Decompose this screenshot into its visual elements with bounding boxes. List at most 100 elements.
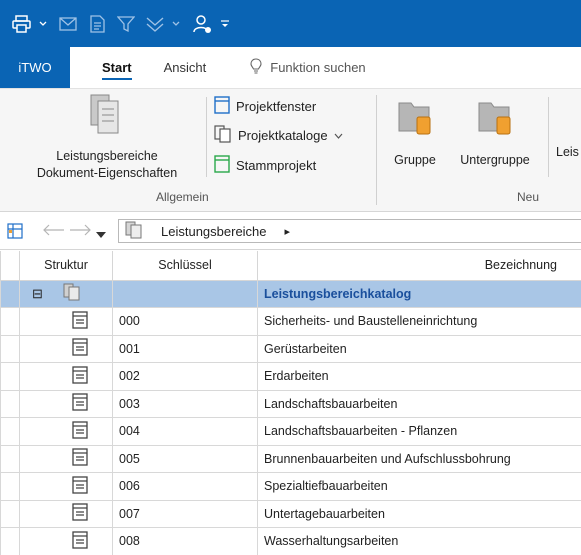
green-window-icon <box>214 155 230 176</box>
key-cell: 002 <box>112 362 258 391</box>
filter-icon[interactable] <box>117 14 135 34</box>
breadcrumb[interactable]: Leistungsbereiche ▸ <box>118 219 581 243</box>
row-indicator <box>0 279 20 308</box>
structure-cell <box>19 334 113 363</box>
stammprojekt-button[interactable]: Stammprojekt <box>214 155 316 176</box>
group-label-neu: Neu <box>517 190 540 204</box>
catalog-icon <box>63 283 81 304</box>
description-cell: Untertagebauarbeiten <box>257 499 581 528</box>
table-row[interactable]: 004 Landschaftsbauarbeiten - Pflanzen <box>0 417 581 446</box>
table-row[interactable]: 003 Landschaftsbauarbeiten <box>0 389 581 418</box>
subfolder-icon <box>475 97 515 142</box>
untergruppe-label: Untergruppe <box>460 153 530 167</box>
description-cell: Gerüstarbeiten <box>257 334 581 363</box>
column-header-schluessel[interactable]: Schlüssel <box>112 251 258 281</box>
table-row[interactable]: 007 Untertagebauarbeiten <box>0 499 581 528</box>
key-cell: 004 <box>112 417 258 446</box>
double-chevron-icon[interactable] <box>145 14 165 34</box>
folder-icon <box>395 97 435 142</box>
truncated-label: Leis <box>556 145 579 159</box>
big-button-line1: Leistungsbereiche <box>56 149 158 163</box>
table-row[interactable]: 002 Erdarbeiten <box>0 362 581 391</box>
projektfenster-button[interactable]: Projektfenster <box>214 96 316 117</box>
history-dropdown-icon[interactable] <box>96 227 106 242</box>
position-icon <box>72 311 88 332</box>
gruppe-label: Gruppe <box>394 153 436 167</box>
projektfenster-label: Projektfenster <box>236 99 317 114</box>
grid-header-indicator <box>0 251 20 281</box>
position-icon <box>72 503 88 524</box>
chevron-down-icon[interactable] <box>38 14 47 34</box>
position-icon <box>72 476 88 497</box>
function-search[interactable]: Funktion suchen <box>222 47 381 88</box>
description-cell: Brunnenbauarbeiten und Aufschlussbohrung <box>257 444 581 473</box>
position-icon <box>72 338 88 359</box>
big-button-line2: Dokument-Eigenschaften <box>36 166 178 180</box>
structure-grid-icon[interactable] <box>7 223 23 242</box>
structure-cell <box>19 444 113 473</box>
tab-itwo[interactable]: iTWO <box>0 47 70 88</box>
table-row[interactable]: 008 Wasserhaltungsarbeiten <box>0 527 581 555</box>
gruppe-button[interactable]: Gruppe <box>384 97 446 169</box>
untergruppe-button[interactable]: Untergruppe <box>450 97 540 169</box>
ribbon-panel: Leistungsbereiche Dokument-Eigenschaften… <box>0 88 581 212</box>
table-row[interactable]: 000 Sicherheits- und Baustelleneinrichtun… <box>0 307 581 336</box>
print-icon[interactable] <box>12 14 32 34</box>
breadcrumb-arrow-icon[interactable]: ▸ <box>285 225 291 238</box>
truncated-button[interactable]: Leis <box>556 144 581 161</box>
position-icon <box>72 421 88 442</box>
group-label-allgemein: Allgemein <box>156 190 209 204</box>
tab-ansicht[interactable]: Ansicht <box>148 47 223 88</box>
table-row[interactable]: 006 Spezialtiefbauarbeiten <box>0 472 581 501</box>
catalog-icon <box>89 93 125 140</box>
catalog-small-icon <box>214 125 232 146</box>
structure-cell <box>19 307 113 336</box>
position-icon <box>72 448 88 469</box>
navigation-bar: Leistungsbereiche ▸ <box>0 212 581 250</box>
row-indicator <box>0 362 20 391</box>
table-row[interactable]: 005 Brunnenbauarbeiten und Aufschlussbohr… <box>0 444 581 473</box>
structure-cell: ⊟ <box>19 279 113 308</box>
lightbulb-icon <box>250 58 262 77</box>
function-search-label: Funktion suchen <box>270 60 366 75</box>
structure-cell <box>19 362 113 391</box>
description-cell: Landschaftsbauarbeiten - Pflanzen <box>257 417 581 446</box>
column-header-bezeichnung[interactable]: Bezeichnung <box>257 251 581 281</box>
catalog-small-icon <box>125 221 143 242</box>
customize-icon[interactable] <box>220 14 230 34</box>
key-cell <box>112 279 258 308</box>
key-cell: 007 <box>112 499 258 528</box>
row-indicator <box>0 417 20 446</box>
user-icon[interactable] <box>192 14 212 34</box>
mail-icon[interactable] <box>59 14 79 34</box>
chevron-down-icon[interactable] <box>171 14 180 34</box>
grid-header-row: Struktur Schlüssel Bezeichnung <box>0 251 581 281</box>
position-icon <box>72 366 88 387</box>
column-header-struktur[interactable]: Struktur <box>19 251 113 281</box>
forward-arrow-icon[interactable] <box>68 224 92 239</box>
back-arrow-icon[interactable] <box>42 224 66 239</box>
catalog-grid: Struktur Schlüssel Bezeichnung ⊟ Leistun… <box>0 251 581 555</box>
ribbon-tabs: iTWO Start Ansicht Funktion suchen <box>0 47 581 88</box>
description-cell: Landschaftsbauarbeiten <box>257 389 581 418</box>
row-indicator <box>0 334 20 363</box>
leistungsbereiche-properties-button[interactable]: Leistungsbereiche Dokument-Eigenschaften <box>12 93 202 182</box>
description-cell: Erdarbeiten <box>257 362 581 391</box>
table-row-root[interactable]: ⊟ Leistungsbereichkatalog <box>0 279 581 308</box>
structure-cell <box>19 499 113 528</box>
chevron-down-icon <box>334 128 343 143</box>
structure-cell <box>19 527 113 555</box>
structure-cell <box>19 472 113 501</box>
tab-start[interactable]: Start <box>86 47 148 88</box>
document-icon[interactable] <box>89 14 107 34</box>
row-indicator <box>0 444 20 473</box>
projektkataloge-button[interactable]: Projektkataloge <box>214 125 343 146</box>
quick-access-toolbar <box>0 0 581 47</box>
description-cell: Wasserhaltungsarbeiten <box>257 527 581 555</box>
collapse-icon[interactable]: ⊟ <box>32 287 43 300</box>
key-cell: 008 <box>112 527 258 555</box>
stammprojekt-label: Stammprojekt <box>236 158 317 173</box>
table-row[interactable]: 001 Gerüstarbeiten <box>0 334 581 363</box>
key-cell: 005 <box>112 444 258 473</box>
structure-cell <box>19 389 113 418</box>
